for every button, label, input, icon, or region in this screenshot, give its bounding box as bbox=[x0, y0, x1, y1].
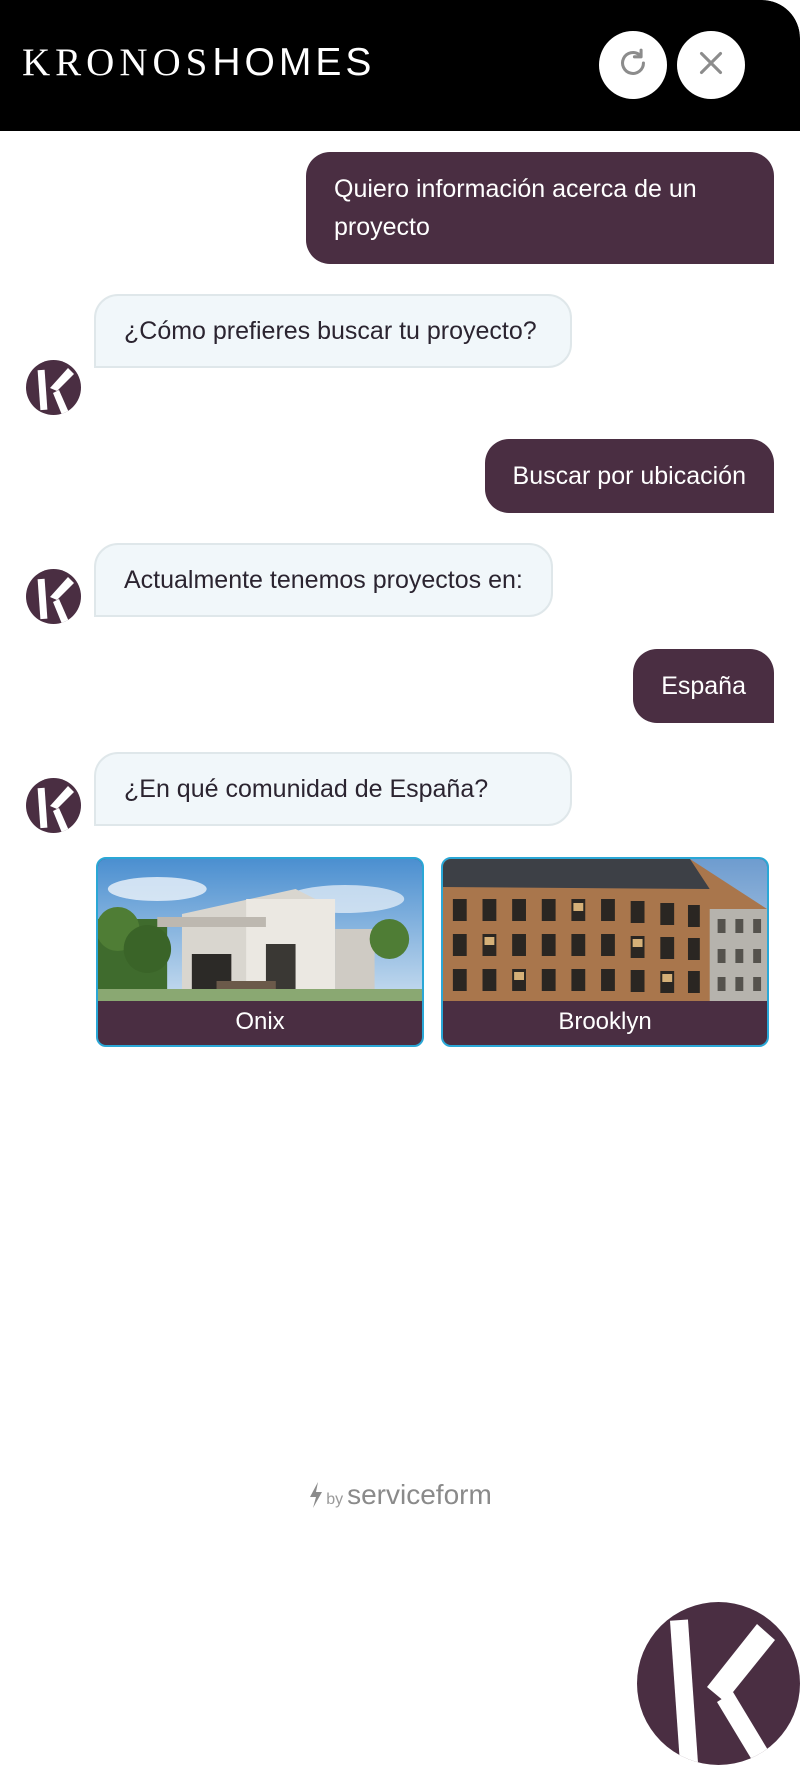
bot-avatar bbox=[26, 569, 81, 624]
user-message: Quiero información acerca de un proyecto bbox=[306, 152, 774, 264]
restart-chat-button[interactable] bbox=[599, 31, 667, 99]
serviceform-brand: servicefᴏrm bbox=[347, 1479, 492, 1510]
bot-message: ¿En qué comunidad de España? bbox=[94, 752, 572, 826]
bot-message: Actualmente tenemos proyectos en: bbox=[94, 543, 553, 617]
chat-launcher-button[interactable] bbox=[637, 1602, 800, 1765]
bot-avatar bbox=[26, 778, 81, 833]
brooklyn-project-image bbox=[443, 859, 767, 1001]
kronos-homes-logo: KRONOSHOMES bbox=[22, 41, 376, 84]
user-message: España bbox=[633, 649, 774, 723]
chat-window: KRONOSHOMES Quiero información acerca de… bbox=[0, 0, 800, 1530]
onix-project-image bbox=[98, 859, 422, 1001]
option-card-label: Onix bbox=[235, 1008, 285, 1035]
bot-avatar bbox=[26, 360, 81, 415]
close-icon bbox=[692, 44, 730, 87]
option-card-onix[interactable]: Onix bbox=[96, 857, 424, 1047]
bot-message: ¿Cómo prefieres buscar tu proyecto? bbox=[94, 294, 572, 368]
refresh-icon bbox=[614, 44, 652, 87]
option-card-brooklyn[interactable]: Brooklyn bbox=[441, 857, 769, 1047]
kronos-k-icon bbox=[637, 1602, 800, 1765]
option-card-label: Brooklyn bbox=[558, 1008, 652, 1035]
user-message: Buscar por ubicación bbox=[484, 439, 774, 513]
powered-by-serviceform[interactable]: by servicefᴏrm bbox=[0, 1478, 800, 1517]
close-chat-button[interactable] bbox=[677, 31, 745, 99]
lightning-icon bbox=[308, 1482, 324, 1508]
chat-header: KRONOSHOMES bbox=[0, 0, 800, 131]
